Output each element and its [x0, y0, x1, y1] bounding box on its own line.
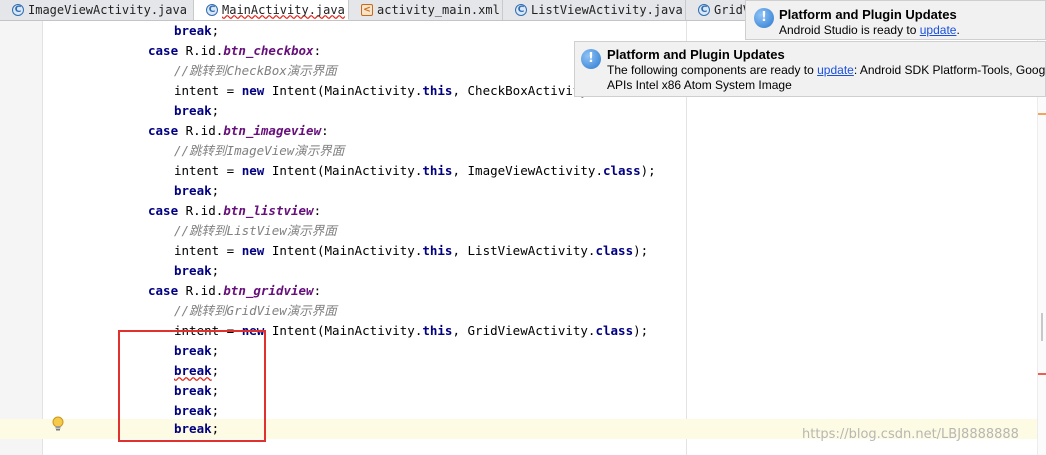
code-text: R.id.	[178, 203, 224, 218]
code-text: );	[640, 163, 656, 178]
notification-title: Platform and Plugin Updates	[779, 7, 957, 22]
error-marker[interactable]	[1038, 373, 1046, 375]
code-comment: //跳转到GridView演示界面	[174, 303, 337, 318]
lightbulb-icon[interactable]	[52, 416, 64, 432]
scroll-thumb[interactable]	[1041, 313, 1043, 341]
code-text: :	[321, 123, 329, 138]
keyword: new	[241, 163, 265, 178]
code-line[interactable]: case R.id.btn_listview:	[0, 201, 1038, 221]
code-line[interactable]: break;	[0, 181, 1038, 201]
keyword: case	[148, 43, 179, 58]
code-line[interactable]: //跳转到GridView演示界面	[0, 301, 1038, 321]
code-text: R.id.	[178, 283, 224, 298]
tab-label: activity_main.xml	[377, 3, 500, 17]
watermark: https://blog.csdn.net/LBJ8888888	[802, 427, 1019, 442]
java-class-icon: C	[206, 3, 218, 16]
keyword: this	[422, 83, 453, 98]
code-comment: //跳转到CheckBox演示界面	[174, 63, 337, 78]
code-line[interactable]: break;	[0, 261, 1038, 281]
code-text: );	[633, 243, 649, 258]
code-text: ;	[211, 183, 220, 198]
keyword: new	[241, 83, 265, 98]
code-line[interactable]: break;	[0, 101, 1038, 121]
keyword: class	[595, 323, 634, 338]
code-line[interactable]: case R.id.btn_imageview:	[0, 121, 1038, 141]
notification-text: : Android SDK Platform-Tools, Google	[853, 63, 1046, 77]
code-text: :	[313, 283, 322, 298]
tab-label: MainActivity.java	[222, 2, 345, 17]
code-text: Intent(MainActivity.	[264, 83, 423, 98]
update-link[interactable]: update	[817, 63, 854, 77]
code-line[interactable]: //跳转到ImageView演示界面	[0, 141, 1038, 161]
warning-marker[interactable]	[1038, 113, 1046, 115]
code-text: , GridViewActivity.	[452, 323, 596, 338]
code-text: ;	[211, 23, 220, 38]
field-reference: btn_gridview	[223, 283, 314, 298]
tab-activity-main-xml[interactable]: < activity_main.xml	[349, 0, 503, 20]
keyword: case	[148, 123, 179, 138]
code-text: intent =	[174, 243, 242, 258]
code-text: Intent(MainActivity.	[264, 323, 423, 338]
annotation-highlight-box	[118, 330, 266, 442]
field-reference: btn_checkbox	[223, 43, 314, 58]
code-line[interactable]: //跳转到ListView演示界面	[0, 221, 1038, 241]
notification-title: Platform and Plugin Updates	[607, 47, 785, 62]
notification-body-line2: APIs Intel x86 Atom System Image	[607, 78, 792, 92]
notification-text: .	[956, 23, 960, 37]
tab-listviewactivity[interactable]: C ListViewActivity.java	[503, 0, 686, 20]
code-text: , ImageViewActivity.	[452, 163, 603, 178]
tab-imageviewactivity[interactable]: C ImageViewActivity.java	[0, 0, 194, 20]
keyword: break	[174, 263, 212, 278]
code-text: intent =	[174, 83, 242, 98]
update-link[interactable]: update	[920, 23, 957, 37]
xml-layout-icon: <	[361, 4, 373, 16]
code-text: :	[313, 43, 322, 58]
keyword: this	[422, 163, 453, 178]
java-class-icon: C	[698, 4, 710, 16]
java-class-icon: C	[515, 4, 527, 16]
keyword: this	[422, 323, 453, 338]
keyword: case	[148, 203, 179, 218]
code-text: Intent(MainActivity.	[264, 163, 423, 178]
code-text: intent =	[174, 163, 242, 178]
notification-balloon[interactable]: ! Platform and Plugin Updates The follow…	[574, 41, 1046, 97]
notification-text: The following components are ready to	[607, 63, 818, 77]
keyword: break	[174, 103, 212, 118]
code-comment: //跳转到ListView演示界面	[174, 223, 337, 238]
code-text: );	[633, 323, 649, 338]
java-class-icon: C	[12, 4, 24, 16]
code-text: Intent(MainActivity.	[264, 243, 423, 258]
code-text: ;	[211, 103, 220, 118]
keyword: break	[174, 183, 212, 198]
tab-label: ImageViewActivity.java	[28, 3, 187, 17]
notification-text: Android Studio is ready to	[779, 23, 920, 37]
field-reference: btn_imageview	[223, 123, 322, 138]
notification-balloon[interactable]: ! Platform and Plugin Updates Android St…	[745, 0, 1046, 40]
keyword: this	[422, 243, 453, 258]
keyword: class	[602, 163, 641, 178]
code-line[interactable]: intent = new Intent(MainActivity.this, I…	[0, 161, 1038, 181]
keyword: break	[174, 23, 212, 38]
tab-mainactivity[interactable]: C MainActivity.java ×	[194, 0, 349, 20]
code-text: , ListViewActivity.	[452, 243, 596, 258]
notification-body: Android Studio is ready to update.	[779, 23, 960, 38]
keyword: case	[148, 283, 179, 298]
code-line[interactable]: intent = new Intent(MainActivity.this, L…	[0, 241, 1038, 261]
notification-body: The following components are ready to up…	[607, 63, 1046, 78]
code-comment: //跳转到ImageView演示界面	[174, 143, 345, 158]
keyword: new	[241, 243, 265, 258]
keyword: class	[595, 243, 634, 258]
code-text: R.id.	[178, 43, 224, 58]
code-text: R.id.	[178, 123, 224, 138]
info-icon: !	[581, 49, 601, 69]
code-text: ;	[211, 263, 220, 278]
code-text: :	[313, 203, 322, 218]
field-reference: btn_listview	[223, 203, 314, 218]
code-line[interactable]: case R.id.btn_gridview:	[0, 281, 1038, 301]
info-icon: !	[754, 8, 774, 28]
tab-label: ListViewActivity.java	[531, 3, 683, 17]
